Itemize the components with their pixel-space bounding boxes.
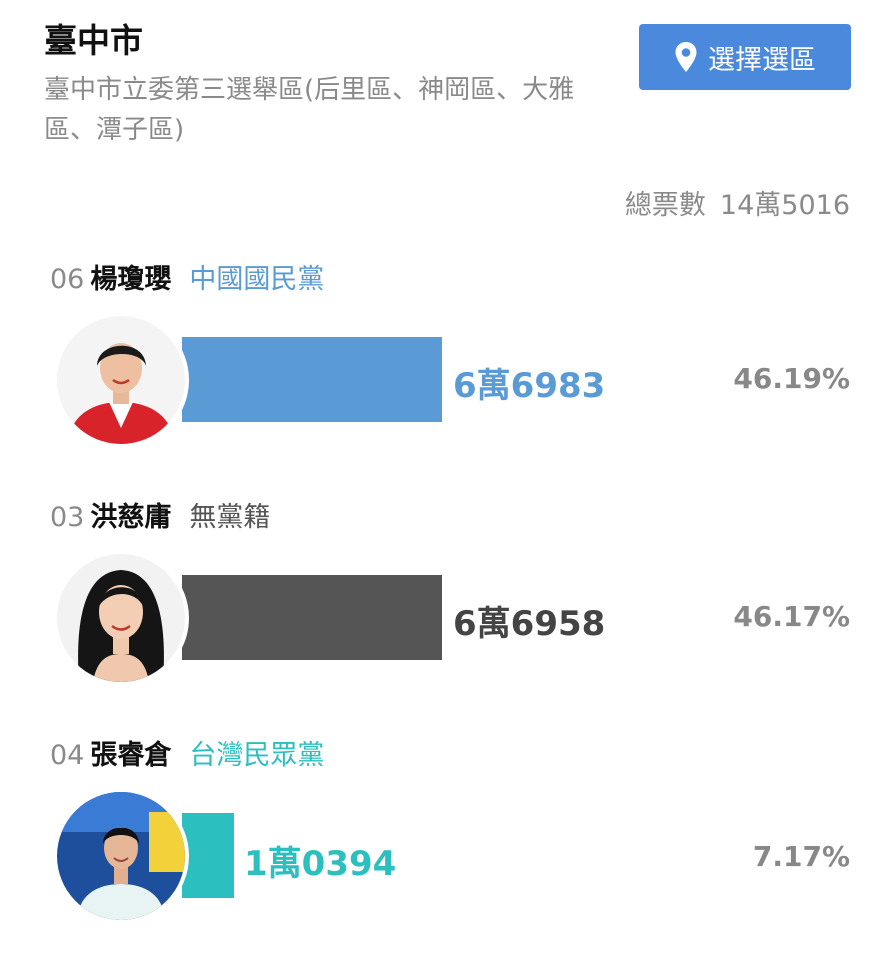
candidate-number: 03 <box>50 502 85 533</box>
city-title: 臺中市 <box>44 21 143 60</box>
candidate-photo-icon <box>57 316 185 444</box>
candidate-votes: 6萬6983 <box>453 366 606 406</box>
candidate-party: 中國國民黨 <box>189 264 325 295</box>
vote-bar <box>182 813 234 898</box>
select-district-label: 選擇選區 <box>708 44 816 76</box>
candidate-votes: 1萬0394 <box>244 844 397 884</box>
candidate-number: 06 <box>50 264 85 295</box>
select-district-button[interactable]: 選擇選區 <box>639 24 851 90</box>
candidate-avatar <box>53 788 189 924</box>
candidate-avatar <box>53 550 189 686</box>
candidate-header: 04 張睿倉 台灣民眾黨 <box>50 733 324 772</box>
vote-bar <box>182 337 442 422</box>
candidate-percent: 46.17% <box>733 600 850 633</box>
candidate-party: 台灣民眾黨 <box>189 740 325 771</box>
candidate-header: 06 楊瓊瓔 中國國民黨 <box>50 257 324 296</box>
district-description: 臺中市立委第三選舉區(后里區、神岡區、大雅區、潭子區) <box>44 75 575 145</box>
candidate-photo-icon <box>57 554 185 682</box>
candidate-name: 張睿倉 <box>90 740 172 771</box>
candidate-party: 無黨籍 <box>189 502 271 533</box>
candidate-percent: 46.19% <box>733 362 850 395</box>
total-votes: 總票數 14萬5016 <box>625 183 850 222</box>
candidate-number: 04 <box>50 740 85 771</box>
total-votes-value: 14萬5016 <box>719 190 850 221</box>
location-pin-icon <box>675 42 697 72</box>
candidate-percent: 7.17% <box>752 840 850 873</box>
candidate-photo-icon <box>57 792 185 920</box>
candidate-name: 洪慈庸 <box>90 502 172 533</box>
candidate-header: 03 洪慈庸 無黨籍 <box>50 495 270 534</box>
candidate-name: 楊瓊瓔 <box>90 264 172 295</box>
vote-bar <box>182 575 442 660</box>
candidate-votes: 6萬6958 <box>453 604 606 644</box>
total-votes-label: 總票數 <box>624 190 706 221</box>
candidate-avatar <box>53 312 189 448</box>
